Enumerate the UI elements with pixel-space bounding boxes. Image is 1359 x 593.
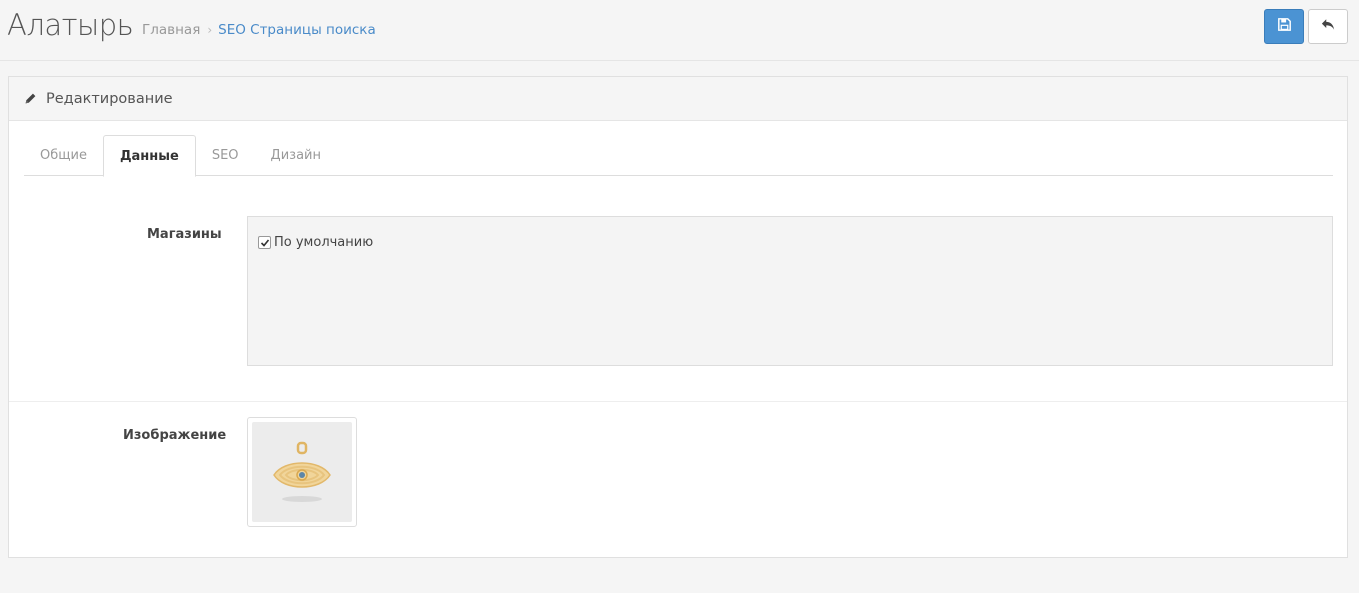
page-title: Алатырь <box>7 8 134 42</box>
stores-list: По умолчанию <box>247 216 1333 366</box>
tab-general[interactable]: Общие <box>24 135 103 176</box>
reply-icon <box>1321 18 1335 35</box>
divider <box>9 401 1347 402</box>
image-thumbnail[interactable] <box>247 417 357 527</box>
tab-data[interactable]: Данные <box>102 135 196 177</box>
breadcrumb: Главная › SEO Страницы поиска <box>142 22 376 38</box>
store-default-checkbox[interactable] <box>258 236 271 249</box>
image-label: Изображение <box>123 428 227 443</box>
tab-seo[interactable]: SEO <box>196 135 255 176</box>
tab-design[interactable]: Дизайн <box>255 135 337 176</box>
product-image <box>252 422 352 522</box>
breadcrumb-seo-pages[interactable]: SEO Страницы поиска <box>218 22 376 38</box>
save-button[interactable] <box>1264 9 1304 44</box>
breadcrumb-separator: › <box>207 23 213 37</box>
panel-heading: Редактирование <box>9 77 1347 121</box>
checkmark-icon <box>260 238 269 247</box>
tab-bar: Общие Данные SEO Дизайн <box>24 135 1333 177</box>
breadcrumb-home[interactable]: Главная <box>142 22 200 38</box>
panel-title: Редактирование <box>46 90 173 107</box>
store-option: По умолчанию <box>258 235 1322 250</box>
edit-panel: Редактирование Общие Данные SEO Дизайн М… <box>8 76 1348 558</box>
page-header: Алатырь Главная › SEO Страницы поиска <box>0 0 1359 61</box>
save-icon <box>1277 18 1291 35</box>
pencil-icon <box>24 92 38 106</box>
store-default-label: По умолчанию <box>274 235 374 250</box>
stores-label: Магазины <box>147 227 222 242</box>
back-button[interactable] <box>1308 9 1348 44</box>
